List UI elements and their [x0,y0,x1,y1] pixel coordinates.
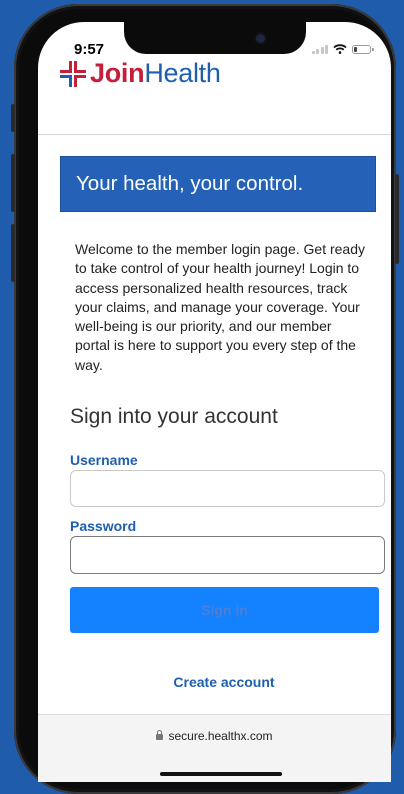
url-text: secure.healthx.com [168,729,273,743]
password-label: Password [70,518,137,534]
url-display[interactable]: secure.healthx.com [38,729,391,743]
joinhealth-logo[interactable]: JoinHealth [60,60,221,87]
create-account-link[interactable]: Create account [38,674,391,690]
intro-text: Welcome to the member login page. Get re… [75,241,366,373]
password-input[interactable] [70,536,385,574]
wifi-icon [333,44,347,54]
username-input[interactable] [70,470,385,507]
hero-banner: Your health, your control. [60,156,376,212]
volume-up-button [11,154,15,212]
logo-text: JoinHealth [90,58,221,88]
battery-icon [352,45,374,54]
username-label: Username [70,452,138,468]
phone-frame: 9:57 JoinHealth Your health, your contro… [11,4,399,794]
browser-address-bar[interactable]: secure.healthx.com [38,714,391,782]
signin-button[interactable]: Sign in [70,587,379,633]
status-time: 9:57 [74,41,105,58]
power-button [395,174,399,264]
mute-switch [11,104,15,132]
screen: 9:57 JoinHealth Your health, your contro… [38,22,391,782]
notch [124,22,306,54]
status-icons [311,44,374,54]
health-cross-icon [60,60,86,87]
camera-icon [256,34,265,43]
lock-icon [156,730,164,740]
signin-title: Sign into your account [70,405,278,428]
signal-icon [311,45,328,54]
volume-down-button [11,224,15,282]
